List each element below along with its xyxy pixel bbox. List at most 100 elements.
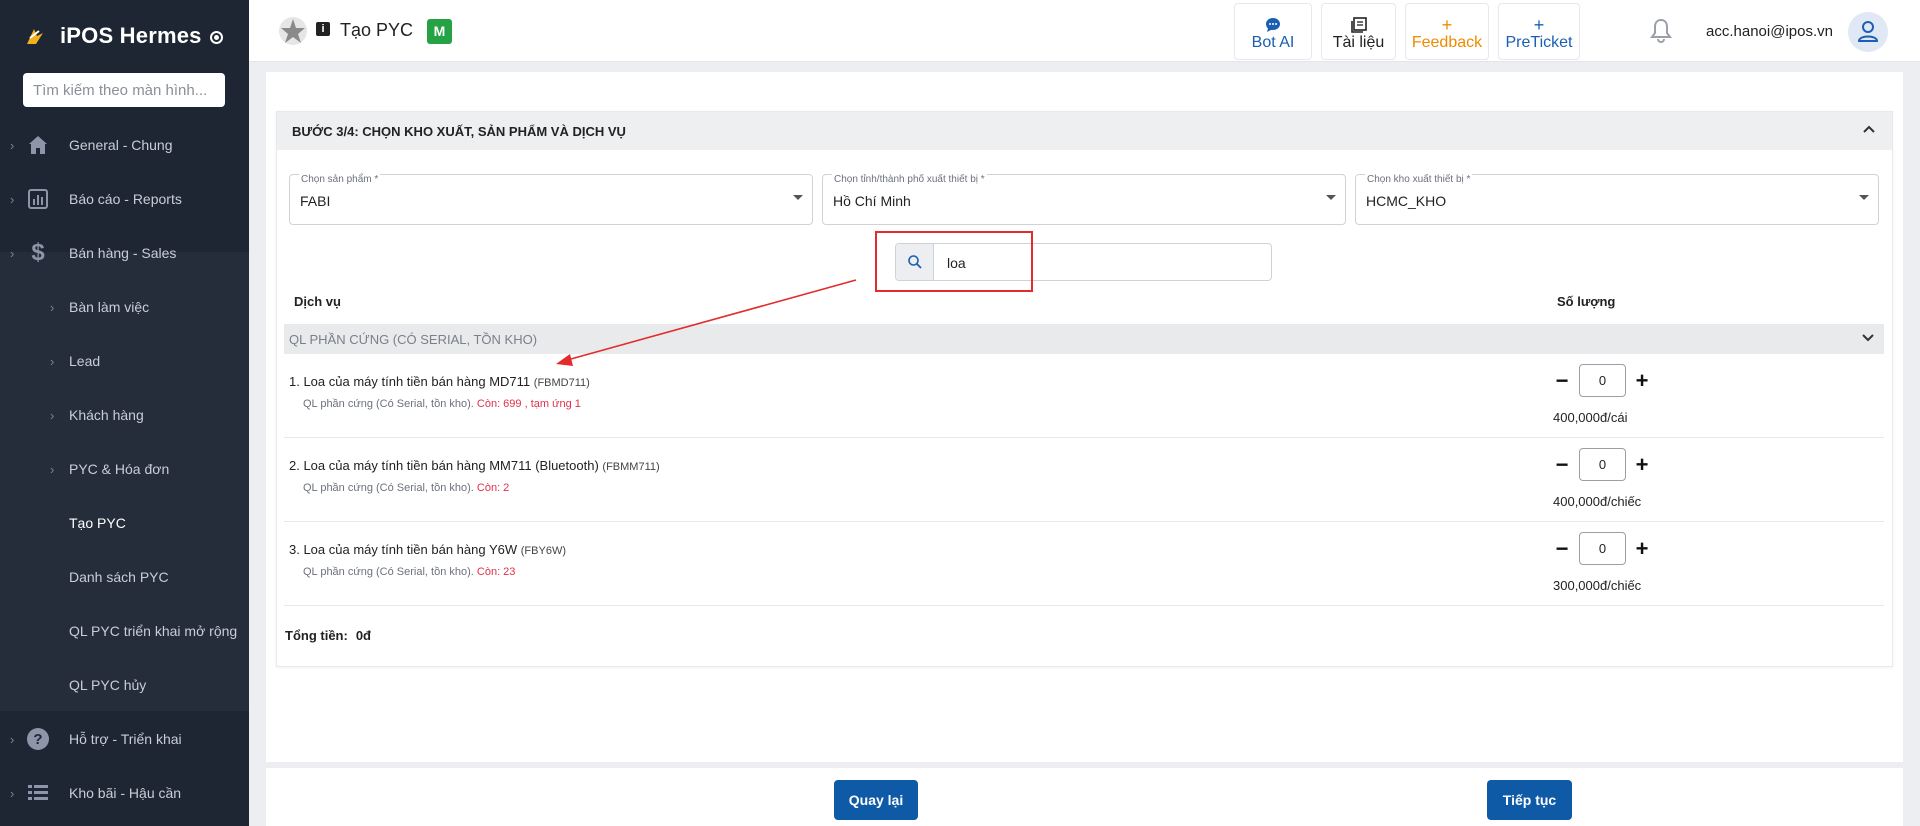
chevron-right-icon: ›	[10, 191, 15, 207]
item-stock: Còn: 23	[476, 566, 516, 578]
sidebar-item-label: Danh sách PYC	[69, 569, 169, 585]
chevron-right-icon: ›	[10, 785, 15, 801]
sidebar-item-label: Lead	[69, 353, 101, 369]
item-category: QL phần cứng (Có Serial, tồn kho).	[303, 482, 474, 494]
dollar-icon: $	[31, 239, 45, 266]
sidebar-search-input[interactable]	[23, 73, 225, 107]
total-value: 0đ	[355, 628, 371, 643]
docs-button[interactable]: Tài liệu	[1321, 3, 1396, 60]
sidebar-item-pyc-expansion[interactable]: QL PYC triển khai mở rộng	[0, 604, 249, 658]
sidebar-item-create-pyc[interactable]: Tạo PYC	[0, 496, 249, 550]
chevron-right-icon: ›	[10, 245, 15, 261]
sidebar-item-label: Hỗ trợ - Triển khai	[69, 731, 182, 747]
bell-icon[interactable]	[1649, 18, 1673, 44]
warehouse-select[interactable]: Chọn kho xuất thiết bị * HCMC_KHO	[1355, 174, 1879, 225]
book-icon	[1350, 17, 1367, 33]
quantity-input[interactable]: 0	[1579, 448, 1626, 481]
sidebar-item-label: PYC & Hóa đơn	[69, 461, 170, 477]
province-select-value: Hồ Chí Minh	[833, 193, 911, 209]
sidebar-item-label: General - Chung	[69, 137, 173, 153]
plus-icon[interactable]: +	[1634, 452, 1650, 478]
minus-icon[interactable]: −	[1554, 452, 1570, 478]
group-label: QL PHẦN CỨNG (CÓ SERIAL, TỒN KHO)	[289, 332, 538, 347]
total-row: Tổng tiền: 0đ	[285, 628, 371, 643]
sidebar-item-pyc-invoices[interactable]: › PYC & Hóa đơn	[0, 442, 249, 496]
sidebar-item-pyc-list[interactable]: Danh sách PYC	[0, 550, 249, 604]
back-button[interactable]: Quay lại	[834, 780, 918, 820]
item-title: 1. Loa của máy tính tiền bán hàng MD711	[289, 374, 531, 389]
logo-icon	[27, 29, 43, 44]
next-button[interactable]: Tiếp tục	[1487, 780, 1572, 820]
item-name: 3. Loa của máy tính tiền bán hàng Y6W (F…	[289, 542, 566, 557]
group-header[interactable]: QL PHẦN CỨNG (CÓ SERIAL, TỒN KHO)	[284, 324, 1884, 354]
item-name: 1. Loa của máy tính tiền bán hàng MD711 …	[289, 374, 590, 389]
quantity-input[interactable]: 0	[1579, 532, 1626, 565]
column-header-service: Dịch vụ	[294, 294, 341, 309]
plus-icon: +	[1533, 15, 1545, 35]
top-header: i Tạo PYC M Bot AI Tài liệu + Feedback +…	[249, 0, 1920, 62]
footer-bar	[266, 768, 1903, 826]
item-code: (FBY6W)	[520, 545, 566, 557]
sidebar-item-workspace[interactable]: › Bàn làm việc	[0, 280, 249, 334]
item-stock: Còn: 699 , tạm ứng 1	[476, 398, 581, 410]
chevron-right-icon: ›	[50, 353, 55, 369]
info-icon[interactable]: i	[316, 22, 330, 36]
app-name: iPOS Hermes	[60, 23, 202, 48]
item-category: QL phần cứng (Có Serial, tồn kho).	[303, 398, 474, 410]
chevron-up-icon[interactable]	[1860, 120, 1878, 138]
list-item: 3. Loa của máy tính tiền bán hàng Y6W (F…	[284, 522, 1884, 606]
list-icon	[28, 785, 48, 800]
sidebar-item-pyc-cancel[interactable]: QL PYC hủy	[0, 658, 249, 712]
sidebar-item-sales[interactable]: › $ Bán hàng - Sales	[0, 226, 249, 280]
item-subtitle: QL phần cứng (Có Serial, tồn kho). Còn: …	[303, 398, 581, 410]
sidebar-item-support[interactable]: › ? Hỗ trợ - Triển khai	[0, 712, 249, 766]
feedback-label: Feedback	[1411, 34, 1483, 51]
plus-icon: +	[1441, 15, 1453, 35]
product-select-value: FABI	[300, 193, 331, 209]
item-stock: Còn: 2	[476, 482, 510, 494]
sidebar-item-warehouse[interactable]: › Kho bãi - Hậu cần	[0, 766, 249, 820]
chevron-right-icon: ›	[10, 137, 15, 153]
chevron-down-icon[interactable]	[1860, 330, 1876, 346]
mode-badge: M	[427, 19, 452, 44]
quantity-input[interactable]: 0	[1579, 364, 1626, 397]
plus-icon[interactable]: +	[1634, 536, 1650, 562]
sidebar-item-label: Bán hàng - Sales	[69, 245, 177, 261]
sidebar-item-lead[interactable]: › Lead	[0, 334, 249, 388]
sidebar-item-reports[interactable]: › Báo cáo - Reports	[0, 172, 249, 226]
svg-text:?: ?	[33, 731, 42, 748]
item-name: 2. Loa của máy tính tiền bán hàng MM711 …	[289, 458, 660, 473]
sidebar-item-label: QL PYC triển khai mở rộng	[69, 623, 238, 639]
brand[interactable]: iPOS Hermes	[0, 0, 249, 72]
plus-icon[interactable]: +	[1634, 368, 1650, 394]
item-title: 3. Loa của máy tính tiền bán hàng Y6W	[289, 542, 518, 557]
sidebar-item-customers[interactable]: › Khách hàng	[0, 388, 249, 442]
preticket-button[interactable]: + PreTicket	[1498, 3, 1580, 60]
chevron-right-icon: ›	[50, 407, 55, 423]
highlight-box	[875, 231, 1033, 292]
sidebar-item-general[interactable]: › General - Chung	[0, 118, 249, 172]
province-select[interactable]: Chọn tỉnh/thành phố xuất thiết bị * Hồ C…	[822, 174, 1346, 225]
product-select[interactable]: Chọn sản phẩm * FABI	[289, 174, 813, 225]
chat-icon	[1266, 18, 1280, 32]
total-label: Tổng tiền:	[285, 628, 348, 643]
item-title: 2. Loa của máy tính tiền bán hàng MM711 …	[289, 458, 599, 473]
caret-down-icon	[793, 195, 803, 200]
chevron-right-icon: ›	[10, 731, 15, 747]
user-email[interactable]: acc.hanoi@ipos.vn	[1706, 23, 1833, 40]
minus-icon[interactable]: −	[1554, 368, 1570, 394]
caret-down-icon	[1859, 195, 1869, 200]
minus-icon[interactable]: −	[1554, 536, 1570, 562]
column-header-quantity: Số lượng	[1557, 294, 1616, 309]
warehouse-select-value: HCMC_KHO	[1366, 193, 1447, 209]
radio-icon[interactable]	[209, 30, 223, 44]
item-price: 300,000đ/chiếc	[1553, 578, 1642, 593]
bot-ai-button[interactable]: Bot AI	[1234, 3, 1312, 60]
user-avatar-icon[interactable]	[1848, 12, 1888, 52]
chevron-right-icon: ›	[50, 299, 55, 315]
warehouse-select-label: Chọn kho xuất thiết bị *	[1365, 174, 1473, 185]
step-header[interactable]: BƯỚC 3/4: CHỌN KHO XUẤT, SẢN PHẨM VÀ DỊC…	[277, 112, 1892, 150]
bar-chart-icon	[28, 189, 48, 209]
sidebar-item-label: Khách hàng	[69, 407, 144, 423]
feedback-button[interactable]: + Feedback	[1405, 3, 1489, 60]
